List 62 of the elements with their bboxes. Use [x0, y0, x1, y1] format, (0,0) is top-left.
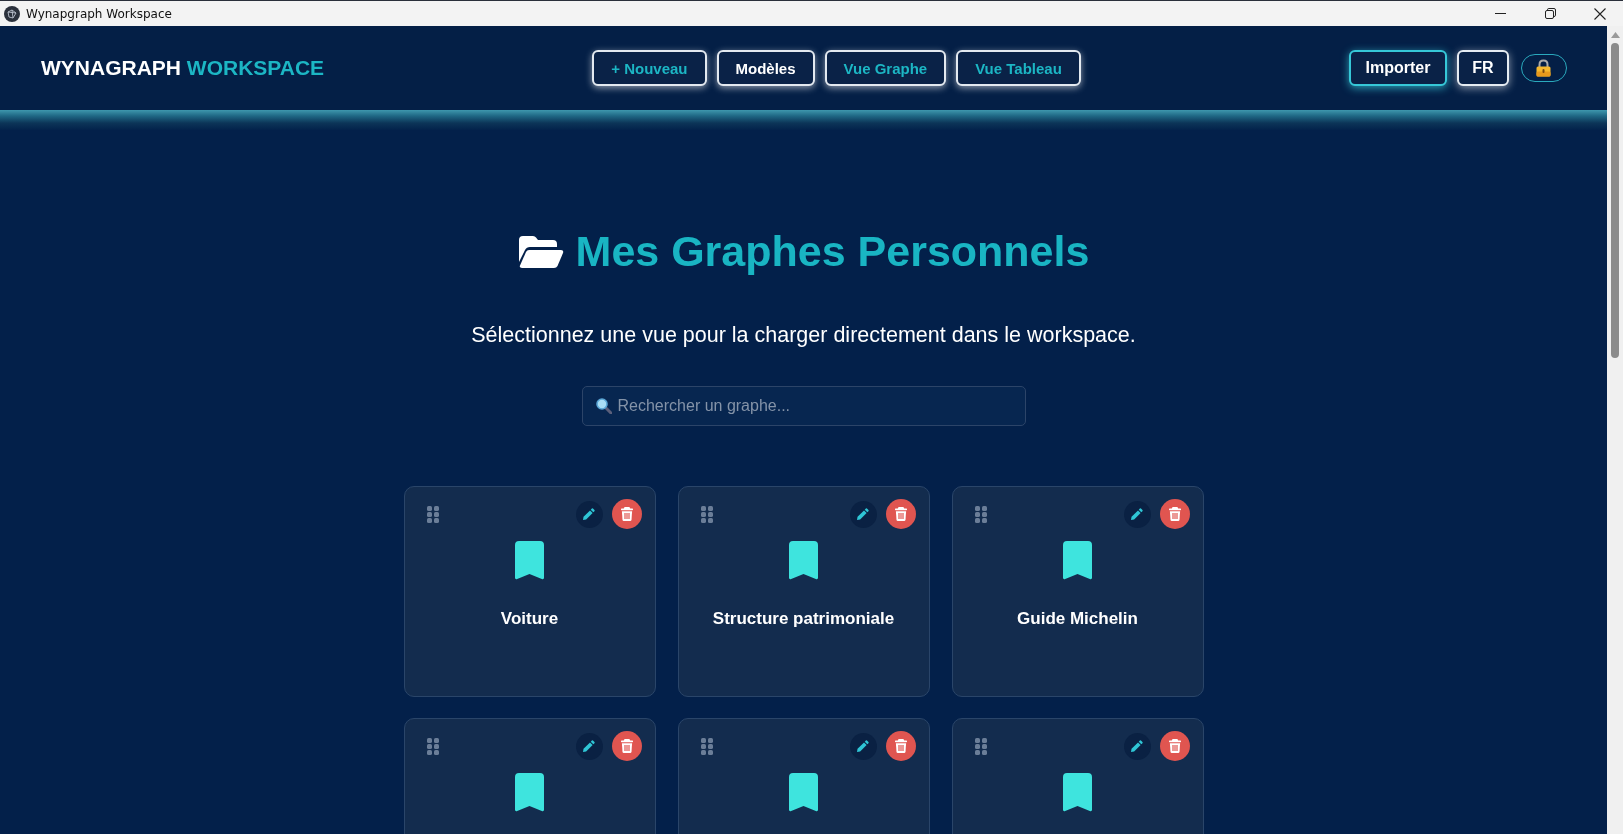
drag-handle-icon[interactable] — [426, 505, 439, 523]
bookmark-icon — [515, 541, 544, 580]
delete-button[interactable] — [885, 731, 916, 761]
trash-icon — [620, 507, 633, 521]
pencil-icon — [1131, 508, 1143, 520]
trash-icon — [620, 739, 633, 753]
trash-icon — [1168, 739, 1181, 753]
folder-icon — [517, 235, 564, 269]
trash-icon — [894, 507, 907, 521]
nav-button[interactable]: Modèles — [716, 50, 815, 86]
close-icon — [1594, 7, 1606, 20]
trash-icon — [1168, 507, 1181, 521]
search-icon — [595, 398, 612, 414]
page-subtitle: Sélectionnez une vue pour la charger directement dans le workspace. — [471, 322, 1136, 348]
delete-button[interactable] — [885, 499, 916, 529]
edit-button[interactable] — [1123, 500, 1151, 528]
card-title: Voiture — [500, 608, 559, 630]
lock-icon — [1536, 59, 1552, 77]
window-title: Wynapgraph Workspace — [26, 6, 172, 21]
drag-handle-icon[interactable] — [700, 737, 713, 755]
pencil-icon — [583, 740, 595, 752]
import-button[interactable]: Importer — [1349, 50, 1447, 86]
drag-handle-icon[interactable] — [974, 505, 987, 523]
scrollbar[interactable] — [1607, 26, 1623, 834]
bookmark-icon — [1063, 773, 1092, 812]
delete-button[interactable] — [1159, 499, 1190, 529]
edit-button[interactable] — [575, 500, 603, 528]
edit-button[interactable] — [575, 732, 603, 760]
language-button[interactable]: FR — [1457, 50, 1509, 86]
minimize-icon — [1494, 13, 1506, 14]
graph-card[interactable]: Structure patrimoniale — [677, 486, 930, 697]
bookmark-icon — [1063, 541, 1092, 580]
pencil-icon — [583, 508, 595, 520]
nav-button[interactable]: Vue Graphe — [824, 50, 947, 86]
pencil-icon — [1131, 740, 1143, 752]
card-title: Structure patrimoniale — [712, 608, 895, 630]
scrollbar-thumb[interactable] — [1611, 43, 1619, 358]
bookmark-icon — [789, 773, 818, 812]
delete-button[interactable] — [1159, 731, 1190, 761]
graph-card[interactable]: Voiture — [403, 486, 656, 697]
drag-handle-icon[interactable] — [700, 505, 713, 523]
search-field[interactable]: Rechercher un graphe... — [581, 386, 1026, 426]
app-icon — [4, 5, 20, 22]
bookmark-icon — [515, 773, 544, 812]
nav-button[interactable]: + Nouveau — [592, 50, 707, 86]
card-title: Guide Michelin — [1017, 608, 1138, 630]
nav-button[interactable]: Vue Tableau — [956, 50, 1081, 86]
drag-handle-icon[interactable] — [974, 737, 987, 755]
delete-button[interactable] — [611, 731, 642, 761]
drag-handle-icon[interactable] — [426, 737, 439, 755]
edit-button[interactable] — [849, 500, 877, 528]
edit-button[interactable] — [1123, 732, 1151, 760]
delete-button[interactable] — [611, 499, 642, 529]
pencil-icon — [857, 740, 869, 752]
bookmark-icon — [789, 541, 818, 580]
pencil-icon — [857, 508, 869, 520]
page-title: Mes Graphes Personnels — [575, 226, 1090, 276]
edit-button[interactable] — [849, 732, 877, 760]
graph-card[interactable]: Guide Michelin — [951, 486, 1204, 697]
trash-icon — [894, 739, 907, 753]
app-logo: WYNAGRAPH WORKSPACE — [41, 56, 325, 80]
restore-icon — [1544, 8, 1556, 19]
